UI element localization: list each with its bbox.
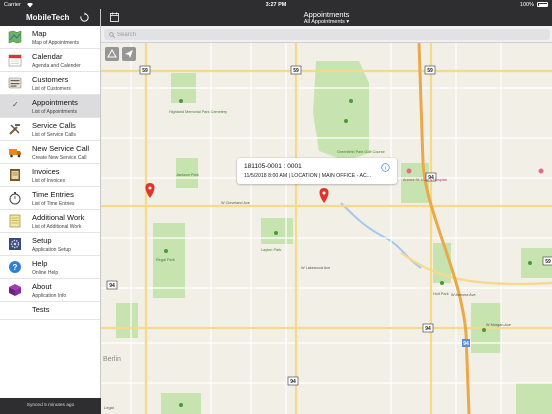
sidebar-item-title: Invoices (32, 167, 60, 176)
sidebar-item-time-entries[interactable]: Time Entries List of Time Entries (0, 187, 100, 210)
sidebar-item-title: Tests (32, 305, 50, 314)
map-label: W Morgan Ave (486, 323, 511, 327)
layers-icon (107, 48, 117, 58)
map-label: Highland Memorial Park Cemetery (169, 110, 227, 114)
invoice-icon (10, 169, 20, 181)
sidebar-item-title: Service Calls (32, 121, 76, 130)
sidebar-item-subtitle: List of Service Calls (32, 132, 76, 138)
sidebar-item-title: Help (32, 259, 48, 268)
info-icon[interactable]: i (381, 163, 390, 172)
locate-button[interactable] (122, 47, 136, 61)
nav-bar: Appointments All Appointments ▾ (101, 9, 552, 26)
sidebar-item-title: Customers (32, 75, 69, 84)
clock: 3:27 PM (265, 1, 287, 8)
about-icon (9, 284, 21, 296)
sidebar-item-subtitle: List of Appointments (32, 109, 78, 115)
sidebar-item-service-calls[interactable]: Service Calls List of Service Calls (0, 118, 100, 141)
help-icon: ? (9, 261, 21, 273)
sidebar: MobileTech Map Map of Appointments Calen… (0, 9, 101, 414)
sidebar-item-calendar[interactable]: Calendar Agenda and Calender (0, 49, 100, 72)
sidebar-item-subtitle: List of Time Entries (32, 201, 75, 207)
map-view[interactable]: 59 59 59 94 94 94 94 59 94 W Cleveland A… (101, 43, 552, 414)
customers-icon (8, 77, 22, 89)
svg-text:i: i (385, 166, 387, 172)
map-label: W Arizona Ave (451, 293, 476, 297)
sidebar-item-customers[interactable]: Customers List of Customers (0, 72, 100, 95)
stopwatch-icon (9, 192, 21, 205)
svg-text:59: 59 (142, 68, 148, 74)
svg-text:94: 94 (290, 379, 296, 385)
sidebar-item-subtitle: List of Additional Work (32, 224, 82, 230)
calendar-icon (8, 54, 22, 67)
sidebar-item-additional-work[interactable]: Additional Work List of Additional Work (0, 210, 100, 233)
appointment-callout[interactable]: 181105-0001 : 0001 11/5/2018 8:00 AM | L… (237, 158, 397, 184)
callout-title: 181105-0001 : 0001 (244, 163, 302, 170)
map-label: W Lakewood Ave (301, 266, 330, 270)
sidebar-item-subtitle: Map of Appointments (32, 40, 79, 46)
callout-subtitle: 11/5/2018 8:00 AM | LOCATION | MAIN OFFI… (244, 173, 372, 179)
sidebar-item-subtitle: List of Customers (32, 86, 71, 92)
sidebar-item-subtitle: Application Setup (32, 247, 71, 253)
poi-marker (538, 168, 544, 174)
svg-text:94: 94 (425, 326, 431, 332)
map-label: Regal Park (156, 258, 175, 262)
battery-percent: 100% (519, 1, 534, 8)
sidebar-item-about[interactable]: About Application Info (0, 279, 100, 302)
sidebar-item-title: Appointments (32, 98, 78, 107)
map-canvas: 59 59 59 94 94 94 94 59 94 W Cleveland A… (101, 43, 552, 414)
sidebar-item-map[interactable]: Map Map of Appointments (0, 26, 100, 49)
hospital-marker (406, 168, 412, 174)
map-label: Greenfield Park Golf Course (337, 150, 385, 154)
sync-status: Synced 5 minutes ago (0, 398, 101, 414)
sidebar-header: MobileTech (0, 9, 100, 26)
sidebar-item-title: New Service Call (32, 144, 90, 153)
search-bar (101, 26, 552, 43)
search-icon (109, 32, 115, 38)
layers-button[interactable] (105, 47, 119, 61)
sidebar-item-title: Additional Work (32, 213, 85, 222)
sidebar-item-subtitle: Online Help (32, 270, 59, 276)
map-label: Aurora St. Luke's Hospital (403, 178, 447, 182)
location-arrow-icon (125, 50, 133, 58)
svg-text:?: ? (13, 263, 18, 272)
map-icon (8, 30, 22, 44)
sidebar-item-tests[interactable]: Tests (0, 302, 100, 320)
sidebar-item-subtitle: Create New Service Call (32, 155, 87, 161)
sidebar-item-title: Calendar (32, 52, 63, 61)
status-bar: Carrier 3:27 PM 100% (0, 0, 552, 9)
sidebar-item-title: Time Entries (32, 190, 74, 199)
sidebar-item-new-service-call[interactable]: New Service Call Create New Service Call (0, 141, 100, 164)
notepad-icon (9, 214, 21, 228)
sidebar-item-subtitle: List of Invoices (32, 178, 66, 184)
sync-icon[interactable] (79, 12, 90, 23)
sidebar-item-subtitle: Application Info (32, 293, 67, 299)
map-label: Hoit Park (433, 292, 449, 296)
svg-text:59: 59 (293, 68, 299, 74)
sidebar-item-help[interactable]: ? Help Online Help (0, 256, 100, 279)
svg-text:94: 94 (463, 341, 469, 347)
svg-text:59: 59 (427, 68, 433, 74)
sidebar-item-title: Setup (32, 236, 52, 245)
check-icon: ✓ (12, 100, 19, 109)
filter-dropdown[interactable]: All Appointments ▾ (101, 19, 552, 25)
sidebar-item-appointments[interactable]: ✓ Appointments List of Appointments (0, 95, 100, 118)
sidebar-item-title: About (32, 282, 52, 291)
map-label: W Cleveland Ave (221, 201, 250, 205)
search-input[interactable] (104, 29, 550, 40)
sidebar-item-subtitle: Agenda and Calender (32, 63, 81, 69)
map-legal-link: Legal (104, 405, 114, 410)
map-label: Jackson Park (176, 173, 199, 177)
sidebar-item-setup[interactable]: Setup Application Setup (0, 233, 100, 256)
svg-text:59: 59 (545, 259, 551, 265)
svg-text:94: 94 (109, 283, 115, 289)
sidebar-item-title: Map (32, 29, 47, 38)
sidebar-item-invoices[interactable]: Invoices List of Invoices (0, 164, 100, 187)
setup-icon (9, 238, 21, 250)
app-title: MobileTech (26, 13, 70, 22)
truck-icon (9, 149, 21, 158)
tools-icon (9, 124, 20, 135)
map-label: Berlin (103, 356, 121, 363)
map-label: Layton Park (261, 248, 281, 252)
battery-icon (537, 2, 548, 7)
